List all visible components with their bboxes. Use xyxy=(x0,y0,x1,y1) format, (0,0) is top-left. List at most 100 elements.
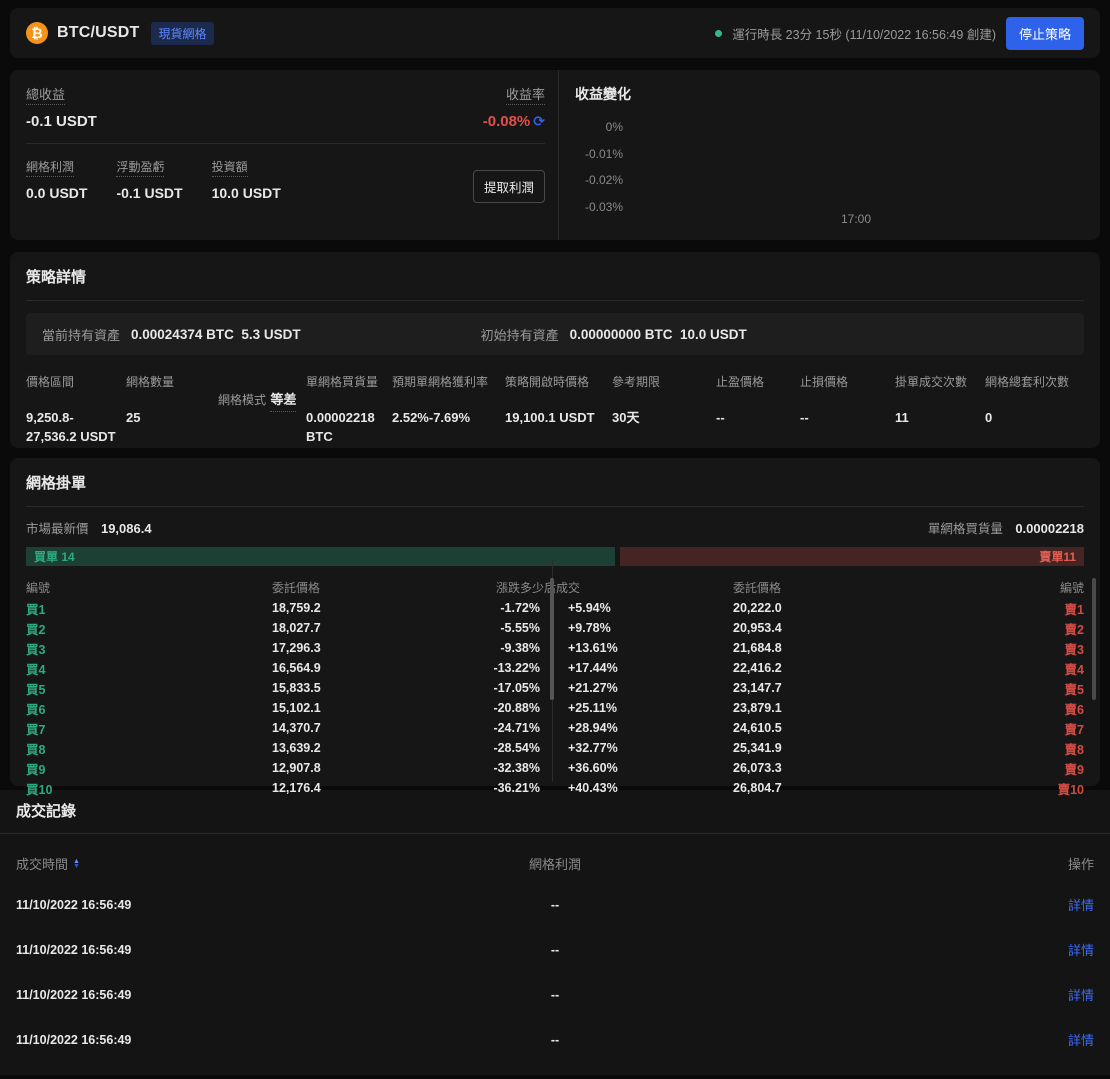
strategy-stat-label: 策略開啟時價格 xyxy=(505,375,589,389)
strategy-stat-label: 網格數量 xyxy=(126,375,174,389)
strategy-stat: 止損價格 -- xyxy=(800,373,895,446)
sell-order-id: 賣8 xyxy=(1065,743,1084,757)
grid-order-row: 買2 18,027.7 -5.55% +9.78% 20,953.4 賣2 xyxy=(26,618,1084,638)
buy-order-id: 買5 xyxy=(26,683,45,697)
buy-order-price: 17,296.3 xyxy=(272,641,392,655)
trade-records-panel: 成交記錄 成交時間 ▲▼ 網格利潤 操作 11/10/2022 16:56:49… xyxy=(0,790,1110,1075)
total-pnl-value: -0.1 USDT xyxy=(26,113,97,130)
sell-order-price: 20,953.4 xyxy=(684,621,944,635)
sell-order-price: 23,879.1 xyxy=(684,701,944,715)
sort-icon[interactable]: ▲▼ xyxy=(73,859,80,869)
grid-order-row: 買5 15,833.5 -17.05% +21.27% 23,147.7 賣5 xyxy=(26,678,1084,698)
chart-xtick: 17:00 xyxy=(841,212,871,226)
strategy-stat-label: 參考期限 xyxy=(612,375,660,389)
buy-order-pct: -36.21% xyxy=(392,781,540,795)
buy-order-pct: -17.05% xyxy=(392,681,540,695)
header-sell-price: 委託價格 xyxy=(684,579,944,596)
stop-strategy-button[interactable]: 停止策略 xyxy=(1006,17,1084,50)
trade-row: 11/10/2022 16:56:49 -- 詳情 xyxy=(16,927,1094,972)
buy-order-id: 買6 xyxy=(26,703,45,717)
sell-order-pct: +40.43% xyxy=(564,781,684,795)
strategy-stat-label: 單網格買貨量 xyxy=(306,375,378,389)
sell-order-pct: +5.94% xyxy=(564,601,684,615)
roi-label: 收益率 xyxy=(506,87,545,105)
strategy-stat-value: 30天 xyxy=(612,408,710,427)
sell-order-id: 賣4 xyxy=(1065,663,1084,677)
grid-order-row: 買3 17,296.3 -9.38% +13.61% 21,684.8 賣3 xyxy=(26,638,1084,658)
assets-row: 當前持有資產 0.00024374 BTC 5.3 USDT 初始持有資產 0.… xyxy=(26,313,1084,355)
grid-mid-scrollbar-thumb[interactable] xyxy=(550,578,554,700)
trade-profit: -- xyxy=(375,1033,734,1047)
buy-order-id: 買2 xyxy=(26,623,45,637)
share-refresh-icon[interactable]: ⟳ xyxy=(533,113,545,129)
trade-rows: 11/10/2022 16:56:49 -- 詳情 11/10/2022 16:… xyxy=(16,882,1094,1075)
buy-order-pct: -32.38% xyxy=(392,761,540,775)
header-sell-id: 編號 xyxy=(944,579,1084,596)
investment-value: 10.0 USDT xyxy=(212,185,281,201)
strategy-stats-row: 價格區間 9,250.8-27,536.2 USDT 網格數量 25 網格模式 … xyxy=(26,373,1084,446)
grid-orders-divider xyxy=(26,506,1084,507)
buy-order-price: 14,370.7 xyxy=(272,721,392,735)
sell-order-price: 24,610.5 xyxy=(684,721,944,735)
sell-order-id: 賣2 xyxy=(1065,623,1084,637)
buy-order-pct: -13.22% xyxy=(392,661,540,675)
sell-order-id: 賣7 xyxy=(1065,723,1084,737)
sell-order-pct: +32.77% xyxy=(564,741,684,755)
strategy-stat-label: 網格模式 xyxy=(218,393,266,407)
strategy-stat-label: 預期單網格獲利率 xyxy=(392,375,488,389)
buy-order-id: 買4 xyxy=(26,663,45,677)
withdraw-profit-button[interactable]: 提取利潤 xyxy=(473,170,545,203)
buy-order-pct: -1.72% xyxy=(392,601,540,615)
trade-details-link[interactable]: 詳情 xyxy=(1068,943,1094,958)
trade-records-divider xyxy=(0,833,1110,834)
trade-profit: -- xyxy=(375,988,734,1002)
buy-order-price: 12,176.4 xyxy=(272,781,392,795)
strategy-stat-label: 止損價格 xyxy=(800,375,848,389)
strategy-stat-label: 價格區間 xyxy=(26,375,74,389)
sell-order-price: 26,073.3 xyxy=(684,761,944,775)
strategy-stat: 單網格買貨量 0.00002218 BTC xyxy=(306,373,392,446)
grid-order-row: 買1 18,759.2 -1.72% +5.94% 20,222.0 賣1 xyxy=(26,598,1084,618)
sell-order-id: 賣5 xyxy=(1065,683,1084,697)
strategy-stat: 預期單網格獲利率 2.52%-7.69% xyxy=(392,373,505,446)
buy-order-pct: -9.38% xyxy=(392,641,540,655)
sell-order-pct: +28.94% xyxy=(564,721,684,735)
header-trade-time[interactable]: 成交時間 xyxy=(16,854,68,873)
sell-order-id: 賣6 xyxy=(1065,703,1084,717)
strategy-stat: 價格區間 9,250.8-27,536.2 USDT xyxy=(26,373,126,446)
sell-order-price: 21,684.8 xyxy=(684,641,944,655)
trade-profit: -- xyxy=(375,943,734,957)
strategy-stat: 網格數量 25 xyxy=(126,373,218,446)
header-grid-profit: 網格利潤 xyxy=(375,854,734,873)
grid-right-scrollbar-thumb[interactable] xyxy=(1092,578,1096,700)
grid-order-row: 買9 12,907.8 -32.38% +36.60% 26,073.3 賣9 xyxy=(26,758,1084,778)
runtime-text: 運行時長 23分 15秒 (11/10/2022 16:56:49 創建) xyxy=(732,24,996,43)
trade-details-link[interactable]: 詳情 xyxy=(1068,898,1094,913)
strategy-stat-value: 等差 xyxy=(270,390,296,412)
chart-ytick-0: 0% xyxy=(559,120,623,134)
strategy-stat: 參考期限 30天 xyxy=(612,373,716,446)
sell-order-id: 賣1 xyxy=(1065,603,1084,617)
sell-order-pct: +25.11% xyxy=(564,701,684,715)
trade-details-link[interactable]: 詳情 xyxy=(1068,1033,1094,1048)
buy-order-price: 12,907.8 xyxy=(272,761,392,775)
buy-order-price: 15,102.1 xyxy=(272,701,392,715)
strategy-stat-label: 掛單成交次數 xyxy=(895,375,967,389)
summary-divider xyxy=(26,143,545,144)
chart-title: 收益變化 xyxy=(575,84,1084,104)
trade-profit: -- xyxy=(375,898,734,912)
header-buy-id: 編號 xyxy=(26,579,272,596)
strategy-stat: 掛單成交次數 11 xyxy=(895,373,985,446)
grid-order-row: 買4 16,564.9 -13.22% +17.44% 22,416.2 賣4 xyxy=(26,658,1084,678)
pair-title: BTC/USDT xyxy=(57,24,139,42)
trade-row: 11/10/2022 16:56:49 -- 詳情 xyxy=(16,1017,1094,1062)
strategy-stat-value: 0.00002218 BTC xyxy=(306,408,386,446)
grid-profit-label: 網格利潤 xyxy=(26,160,74,177)
trade-details-link[interactable]: 詳情 xyxy=(1068,988,1094,1003)
trade-table-header: 成交時間 ▲▼ 網格利潤 操作 xyxy=(16,854,1094,873)
sell-order-pct: +17.44% xyxy=(564,661,684,675)
buy-order-pct: -5.55% xyxy=(392,621,540,635)
buy-order-price: 18,027.7 xyxy=(272,621,392,635)
strategy-divider xyxy=(26,300,1084,301)
chart-ytick-1: -0.01% xyxy=(559,147,623,161)
